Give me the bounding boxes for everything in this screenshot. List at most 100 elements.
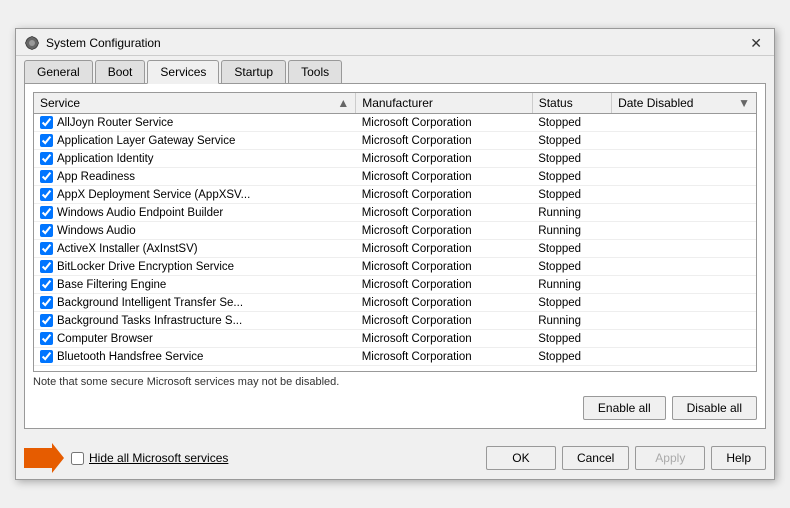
manufacturer-cell: Microsoft Corporation [356, 150, 532, 168]
disable-all-button[interactable]: Disable all [672, 396, 757, 420]
service-cell: Windows Audio Endpoint Builder [34, 204, 356, 222]
enable-all-button[interactable]: Enable all [583, 396, 666, 420]
service-cell: Computer Browser [34, 330, 356, 348]
service-checkbox[interactable] [40, 188, 53, 201]
manufacturer-cell: Microsoft Corporation [356, 204, 532, 222]
service-name: AppX Deployment Service (AppXSV... [57, 189, 250, 201]
service-checkbox[interactable] [40, 260, 53, 273]
service-checkbox[interactable] [40, 278, 53, 291]
services-table: Service ▲ Manufacturer Status Date Disab… [34, 93, 756, 366]
date-cell [612, 312, 756, 330]
date-cell [612, 204, 756, 222]
tab-boot[interactable]: Boot [95, 60, 146, 83]
close-button[interactable]: ✕ [746, 36, 766, 50]
status-cell: Running [532, 204, 611, 222]
app-icon [24, 35, 40, 51]
services-tab-content: Service ▲ Manufacturer Status Date Disab… [24, 83, 766, 429]
content-area: Service ▲ Manufacturer Status Date Disab… [33, 92, 757, 420]
table-row: Background Intelligent Transfer Se...Mic… [34, 294, 756, 312]
col-status[interactable]: Status [532, 93, 611, 114]
action-buttons: OK Cancel Apply Help [486, 446, 766, 470]
table-row: Application Layer Gateway Service Microso… [34, 132, 756, 150]
status-cell: Stopped [532, 186, 611, 204]
col-date-disabled[interactable]: Date Disabled ▼ [612, 93, 756, 114]
service-checkbox[interactable] [40, 332, 53, 345]
service-checkbox[interactable] [40, 350, 53, 363]
service-name: Bluetooth Handsfree Service [57, 351, 203, 363]
service-checkbox[interactable] [40, 206, 53, 219]
service-name: Background Tasks Infrastructure S... [57, 315, 242, 327]
date-cell [612, 294, 756, 312]
service-checkbox[interactable] [40, 296, 53, 309]
service-cell: Bluetooth Handsfree Service [34, 348, 356, 366]
manufacturer-cell: Microsoft Corporation [356, 132, 532, 150]
date-cell [612, 150, 756, 168]
table-row: Computer BrowserMicrosoft CorporationSto… [34, 330, 756, 348]
table-row: Base Filtering EngineMicrosoft Corporati… [34, 276, 756, 294]
service-name: Computer Browser [57, 333, 153, 345]
service-cell: Windows Audio [34, 222, 356, 240]
services-table-wrapper[interactable]: Service ▲ Manufacturer Status Date Disab… [33, 92, 757, 372]
service-cell: ActiveX Installer (AxInstSV) [34, 240, 356, 258]
service-checkbox[interactable] [40, 116, 53, 129]
table-row: Windows AudioMicrosoft CorporationRunnin… [34, 222, 756, 240]
service-cell: AppX Deployment Service (AppXSV... [34, 186, 356, 204]
manufacturer-cell: Microsoft Corporation [356, 114, 532, 132]
tab-general[interactable]: General [24, 60, 93, 83]
status-cell: Stopped [532, 258, 611, 276]
service-cell: Application Identity [34, 150, 356, 168]
service-checkbox[interactable] [40, 314, 53, 327]
service-name: App Readiness [57, 171, 135, 183]
tab-bar: General Boot Services Startup Tools [16, 56, 774, 83]
manufacturer-cell: Microsoft Corporation [356, 312, 532, 330]
service-checkbox[interactable] [40, 134, 53, 147]
status-cell: Stopped [532, 168, 611, 186]
system-config-window: System Configuration ✕ General Boot Serv… [15, 28, 775, 480]
service-name: Windows Audio Endpoint Builder [57, 207, 223, 219]
tab-startup[interactable]: Startup [221, 60, 286, 83]
service-checkbox[interactable] [40, 152, 53, 165]
manufacturer-cell: Microsoft Corporation [356, 186, 532, 204]
bottom-bar: Hide all Microsoft services OK Cancel Ap… [16, 437, 774, 479]
hide-ms-row: Hide all Microsoft services [24, 443, 228, 473]
service-name: Windows Audio [57, 225, 136, 237]
date-cell [612, 330, 756, 348]
manufacturer-cell: Microsoft Corporation [356, 276, 532, 294]
service-name: AllJoyn Router Service [57, 117, 173, 129]
table-row: Windows Audio Endpoint Builder Microsoft … [34, 204, 756, 222]
status-cell: Running [532, 276, 611, 294]
apply-button[interactable]: Apply [635, 446, 705, 470]
manufacturer-cell: Microsoft Corporation [356, 222, 532, 240]
table-row: AppX Deployment Service (AppXSV... Micros… [34, 186, 756, 204]
date-cell [612, 114, 756, 132]
hide-ms-checkbox[interactable] [71, 452, 84, 465]
window-title: System Configuration [46, 36, 161, 50]
tab-tools[interactable]: Tools [288, 60, 342, 83]
tab-services[interactable]: Services [147, 60, 219, 84]
service-checkbox[interactable] [40, 224, 53, 237]
table-row: Application Identity Microsoft Corporatio… [34, 150, 756, 168]
service-cell: Background Tasks Infrastructure S... [34, 312, 356, 330]
hide-ms-label[interactable]: Hide all Microsoft services [89, 451, 228, 465]
title-bar: System Configuration ✕ [16, 29, 774, 56]
help-button[interactable]: Help [711, 446, 766, 470]
col-service[interactable]: Service ▲ [34, 93, 356, 114]
date-cell [612, 222, 756, 240]
service-name: Application Layer Gateway Service [57, 135, 235, 147]
ok-button[interactable]: OK [486, 446, 556, 470]
table-row: AllJoyn Router Service Microsoft Corporat… [34, 114, 756, 132]
cancel-button[interactable]: Cancel [562, 446, 629, 470]
table-row: Background Tasks Infrastructure S... Micr… [34, 312, 756, 330]
date-cell [612, 168, 756, 186]
service-name: Application Identity [57, 153, 154, 165]
date-cell [612, 186, 756, 204]
status-cell: Stopped [532, 330, 611, 348]
service-cell: Base Filtering Engine [34, 276, 356, 294]
service-checkbox[interactable] [40, 242, 53, 255]
table-row: Bluetooth Handsfree ServiceMicrosoft Cor… [34, 348, 756, 366]
col-manufacturer[interactable]: Manufacturer [356, 93, 532, 114]
manufacturer-cell: Microsoft Corporation [356, 168, 532, 186]
status-cell: Stopped [532, 348, 611, 366]
status-cell: Stopped [532, 132, 611, 150]
service-checkbox[interactable] [40, 170, 53, 183]
